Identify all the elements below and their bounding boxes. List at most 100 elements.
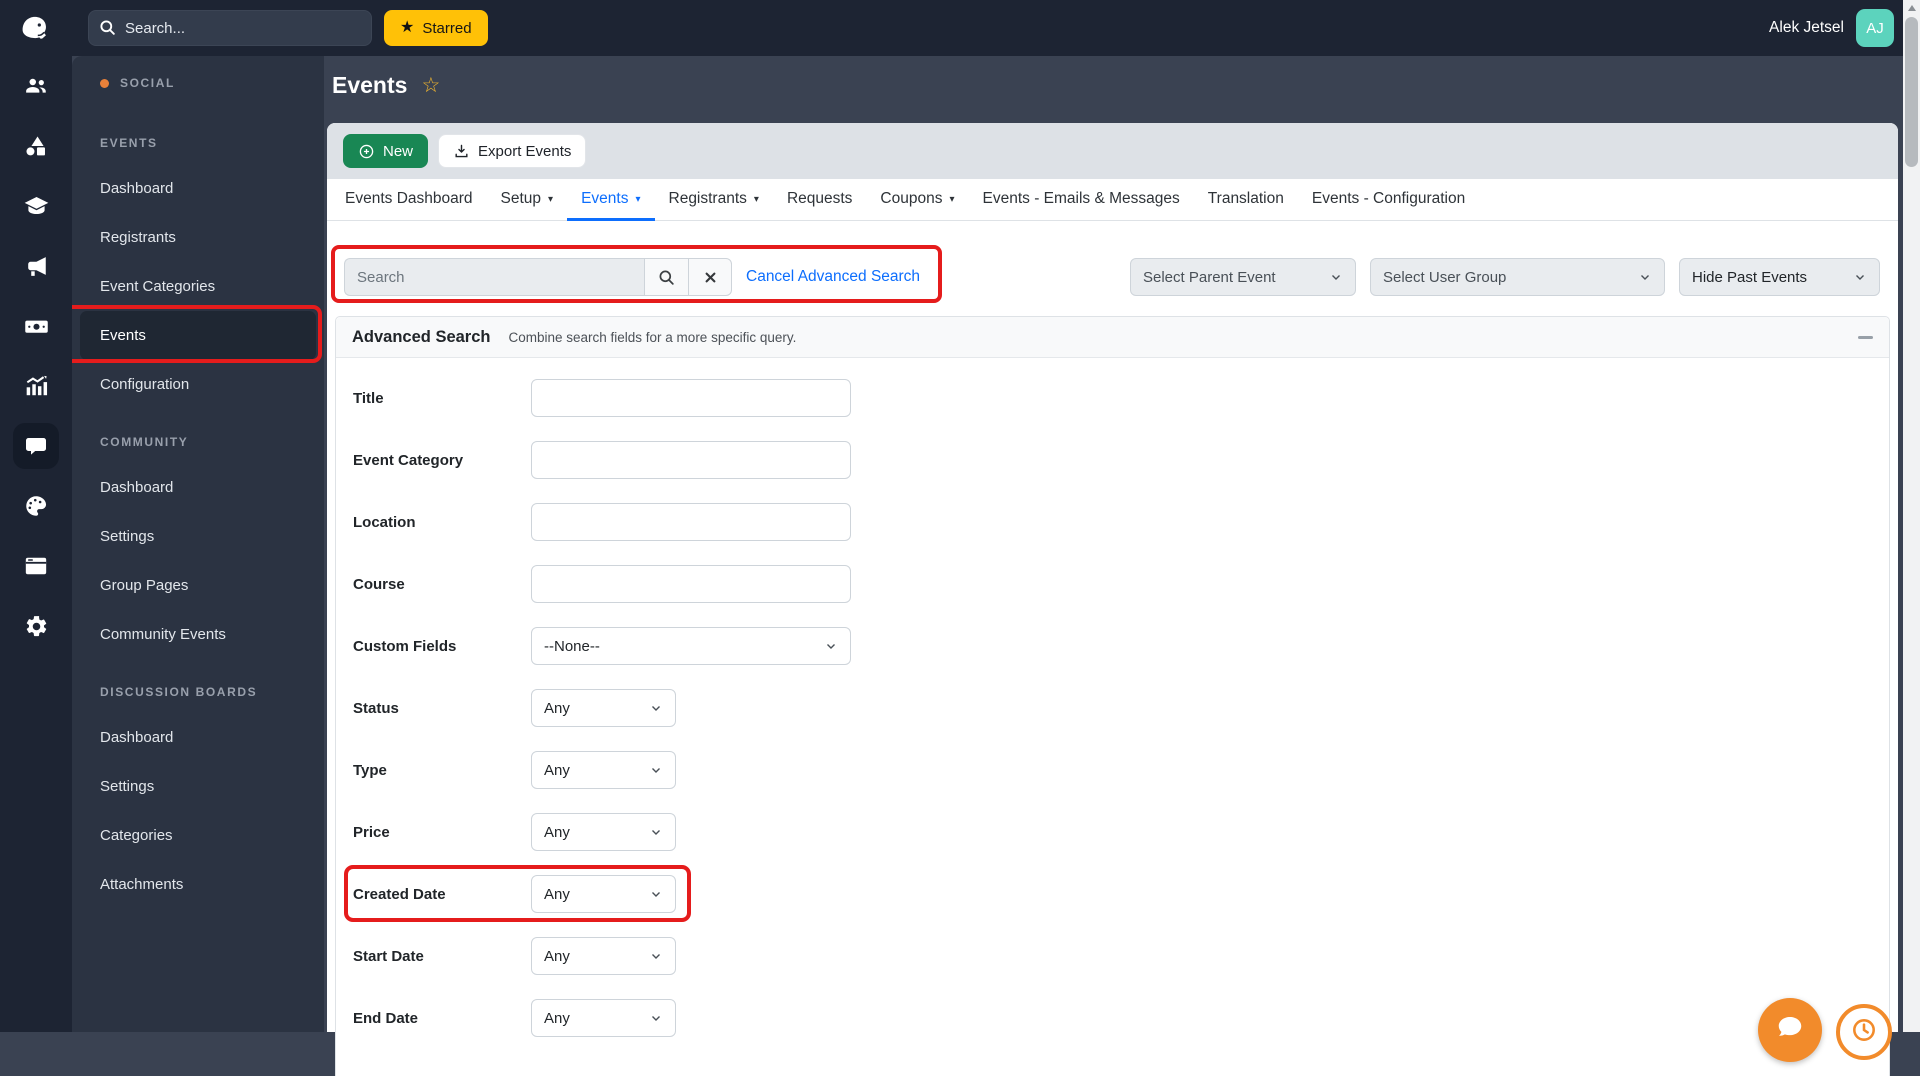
tab-registrants[interactable]: Registrants ▾ xyxy=(655,179,773,221)
sidebar-item-boards-attachments[interactable]: Attachments xyxy=(72,860,324,909)
sidebar-item-boards-settings[interactable]: Settings xyxy=(72,762,324,811)
chevron-down-icon xyxy=(652,830,660,836)
product-label: SOCIAL xyxy=(120,76,175,90)
clear-search-button[interactable] xyxy=(688,258,732,296)
field-row-created-date: Created Date Any xyxy=(344,865,1889,922)
rail-active-indicator xyxy=(13,423,59,469)
window-icon xyxy=(25,557,47,575)
select-parent-event[interactable]: Select Parent Event xyxy=(1130,258,1356,296)
chevron-down-icon: ▾ xyxy=(635,194,641,205)
chevron-down-icon xyxy=(827,644,835,650)
rail-item-finance[interactable] xyxy=(0,296,72,356)
created-date-select[interactable]: Any xyxy=(531,875,676,913)
sidebar-item-configuration[interactable]: Configuration xyxy=(72,360,324,409)
top-bar: ★ Starred Alek Jetsel AJ xyxy=(0,0,1920,56)
avatar[interactable]: AJ xyxy=(1856,9,1894,47)
field-row-event-category: Event Category xyxy=(353,441,1889,479)
start-date-select[interactable]: Any xyxy=(531,937,676,975)
end-date-select[interactable]: Any xyxy=(531,999,676,1037)
export-events-button[interactable]: Export Events xyxy=(438,134,587,168)
events-search-input[interactable] xyxy=(344,258,644,296)
rail-item-shapes[interactable] xyxy=(0,116,72,176)
starred-button[interactable]: ★ Starred xyxy=(384,10,488,46)
x-icon xyxy=(705,272,715,282)
select-user-group[interactable]: Select User Group xyxy=(1370,258,1665,296)
search-submit-button[interactable] xyxy=(644,258,688,296)
rail-item-users[interactable] xyxy=(0,56,72,116)
clock-icon xyxy=(1853,1019,1875,1041)
location-input[interactable] xyxy=(531,503,851,541)
sidebar-menu: SOCIAL EVENTS Dashboard Registrants Even… xyxy=(60,56,324,1032)
tab-translation[interactable]: Translation xyxy=(1194,179,1298,221)
tab-requests[interactable]: Requests xyxy=(773,179,866,221)
star-filled-icon: ★ xyxy=(400,19,415,36)
filter-selects: Select Parent Event Select User Group Hi… xyxy=(1130,258,1880,296)
new-button[interactable]: New xyxy=(343,134,429,168)
tab-events-dashboard[interactable]: Events Dashboard xyxy=(331,179,487,221)
tab-setup[interactable]: Setup ▾ xyxy=(487,179,568,221)
collapse-panel-button[interactable] xyxy=(1858,335,1873,339)
scrollbar-up-arrow[interactable] xyxy=(1903,0,1920,16)
users-icon xyxy=(26,78,46,93)
tab-coupons[interactable]: Coupons ▾ xyxy=(866,179,968,221)
global-search-input[interactable] xyxy=(88,10,372,46)
download-icon xyxy=(455,144,468,157)
rail-item-design[interactable] xyxy=(0,476,72,536)
sidebar-product: SOCIAL xyxy=(72,56,324,110)
page-scrollbar[interactable] xyxy=(1903,0,1920,1032)
chevron-down-icon xyxy=(652,1016,660,1022)
field-row-end-date: End Date Any xyxy=(353,999,1889,1037)
favorite-star-outline-icon[interactable]: ☆ xyxy=(421,75,440,96)
advanced-search-panel: Advanced Search Combine search fields fo… xyxy=(335,316,1890,1076)
rail-item-analytics[interactable] xyxy=(0,356,72,416)
type-select[interactable]: Any xyxy=(531,751,676,789)
tab-events-emails-messages[interactable]: Events - Emails & Messages xyxy=(969,179,1194,221)
icon-rail xyxy=(0,56,72,1032)
chevron-down-icon: ▾ xyxy=(753,194,759,205)
tab-events[interactable]: Events ▾ xyxy=(567,179,655,221)
sidebar-item-dashboard[interactable]: Dashboard xyxy=(72,164,324,213)
field-row-title: Title xyxy=(353,379,1889,417)
tab-events-configuration[interactable]: Events - Configuration xyxy=(1298,179,1479,221)
sidebar-item-community-settings[interactable]: Settings xyxy=(72,512,324,561)
sidebar-item-boards-dashboard[interactable]: Dashboard xyxy=(72,713,324,762)
course-input[interactable] xyxy=(531,565,851,603)
rail-item-marketing[interactable] xyxy=(0,236,72,296)
sidebar-item-registrants[interactable]: Registrants xyxy=(72,213,324,262)
sidebar-item-group-pages[interactable]: Group Pages xyxy=(72,561,324,610)
export-events-label: Export Events xyxy=(478,142,572,160)
chevron-down-icon xyxy=(1332,275,1340,281)
app-logo-elephant[interactable] xyxy=(14,8,54,48)
rail-item-settings[interactable] xyxy=(0,596,72,656)
sidebar-item-event-categories[interactable]: Event Categories xyxy=(72,262,324,311)
field-row-custom-fields: Custom Fields --None-- xyxy=(353,627,1889,665)
event-category-input[interactable] xyxy=(531,441,851,479)
advanced-search-title: Advanced Search xyxy=(352,327,491,346)
advanced-search-subtitle: Combine search fields for a more specifi… xyxy=(508,329,797,345)
custom-fields-select[interactable]: --None-- xyxy=(531,627,851,665)
history-fab-button[interactable] xyxy=(1836,1004,1892,1060)
cancel-advanced-search-link[interactable]: Cancel Advanced Search xyxy=(746,268,920,286)
rail-item-pages[interactable] xyxy=(0,536,72,596)
sidebar-item-boards-categories[interactable]: Categories xyxy=(72,811,324,860)
page-title: Events xyxy=(332,72,408,98)
status-select[interactable]: Any xyxy=(531,689,676,727)
graduation-cap-icon xyxy=(24,196,48,214)
sidebar-item-community-dashboard[interactable]: Dashboard xyxy=(72,463,324,512)
chat-fab-button[interactable] xyxy=(1758,998,1822,1062)
sidebar-section-discussion-boards: DISCUSSION BOARDS xyxy=(100,685,258,699)
rail-item-education[interactable] xyxy=(0,176,72,236)
rail-item-discussion[interactable] xyxy=(0,416,72,476)
sidebar-item-community-events[interactable]: Community Events xyxy=(72,610,324,659)
shapes-icon xyxy=(26,136,45,156)
select-hide-past-events[interactable]: Hide Past Events xyxy=(1679,258,1880,296)
user-name: Alek Jetsel xyxy=(1769,19,1844,36)
scrollbar-thumb[interactable] xyxy=(1905,17,1918,167)
plus-circle-icon xyxy=(359,144,374,158)
title-input[interactable] xyxy=(531,379,851,417)
chevron-down-icon xyxy=(652,892,660,898)
sidebar-item-events[interactable]: Events xyxy=(80,311,316,360)
global-search xyxy=(88,10,372,46)
price-select[interactable]: Any xyxy=(531,813,676,851)
starred-label: Starred xyxy=(422,19,472,37)
